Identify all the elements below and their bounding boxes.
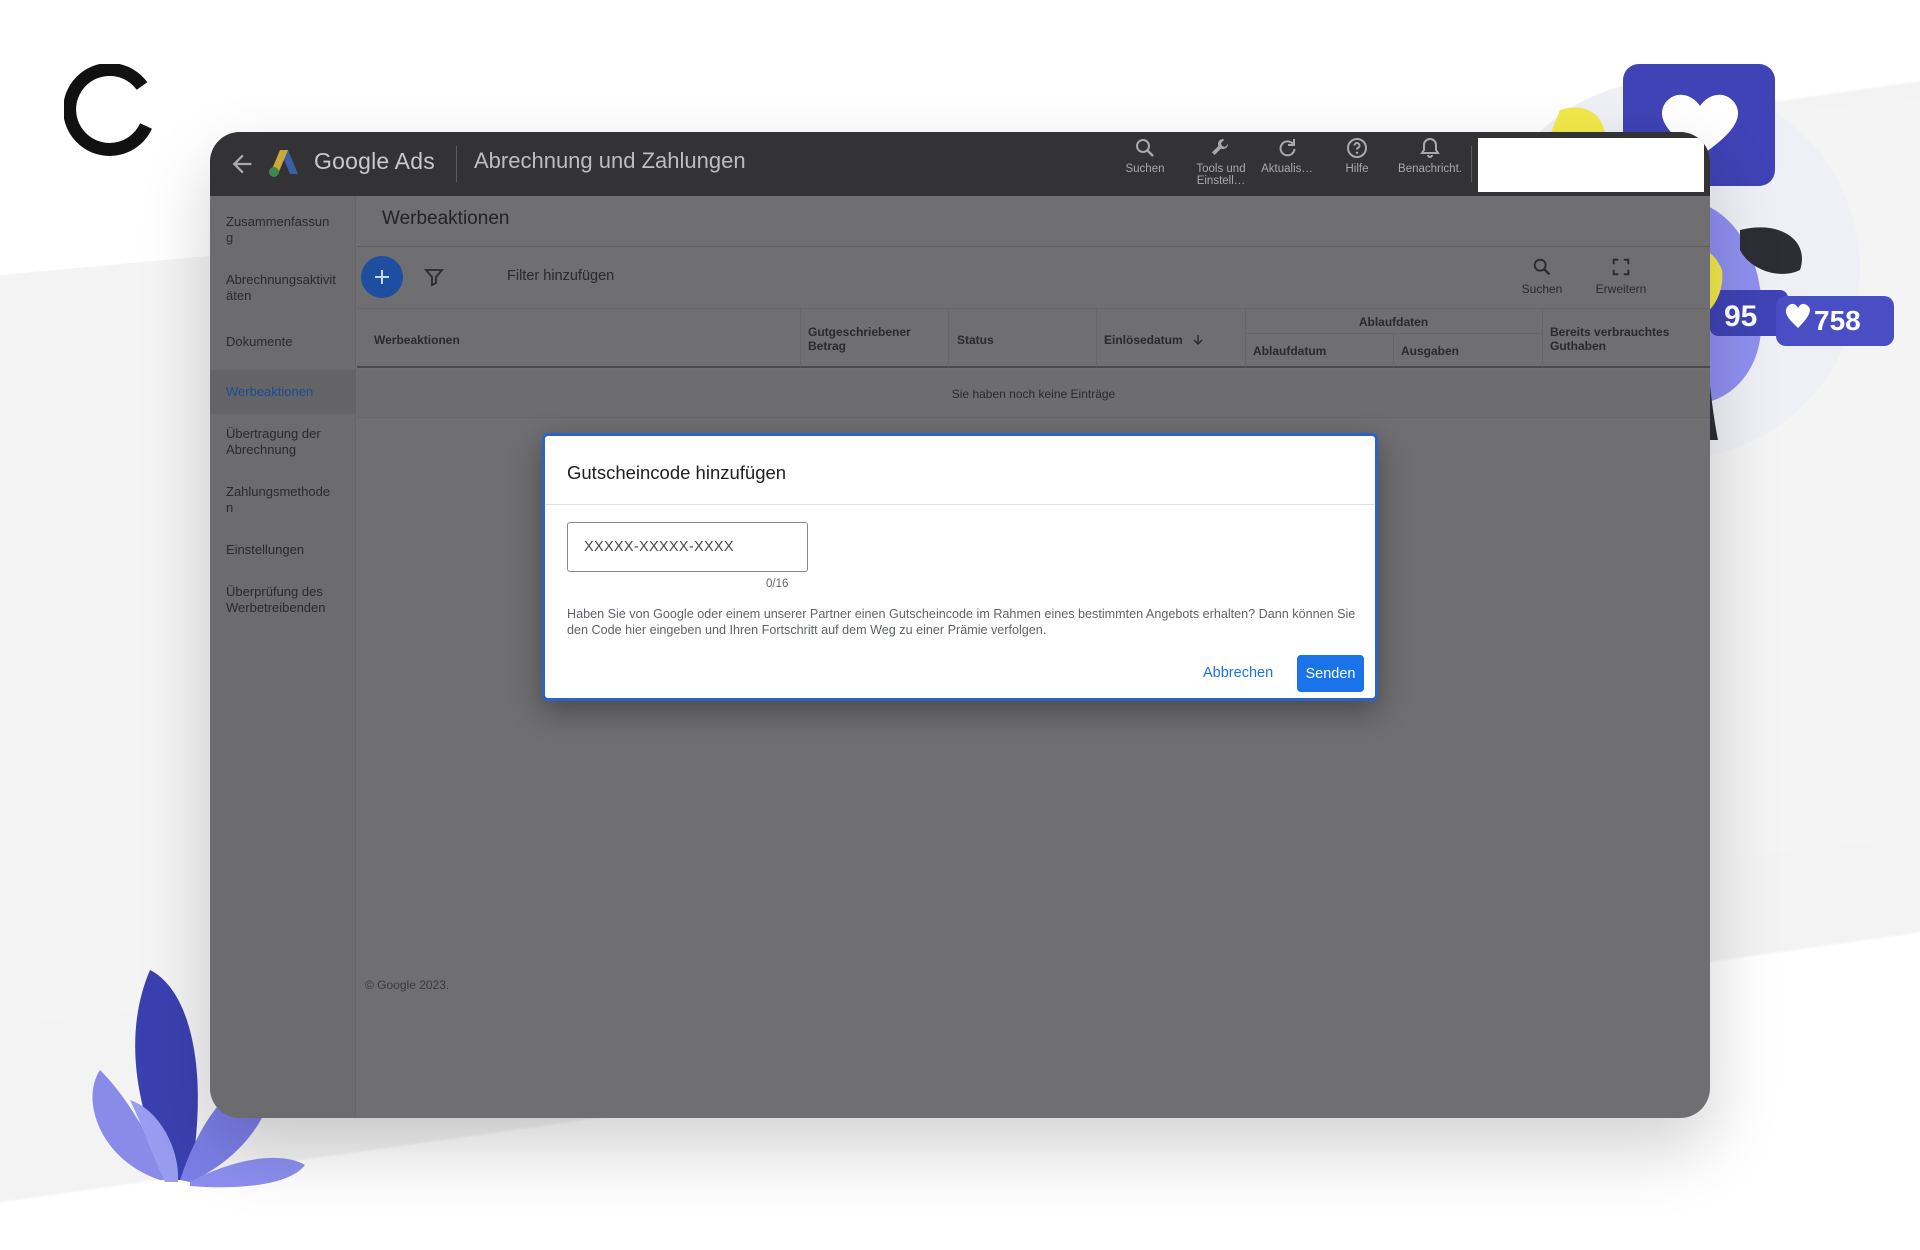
sidebar-item-documents[interactable]: Dokumente	[210, 334, 356, 350]
column-divider	[800, 309, 801, 367]
search-icon	[1136, 139, 1154, 157]
sidebar-item-billing-activity[interactable]: Abrechnungsaktivitäten	[210, 272, 356, 304]
column-redemption-date[interactable]: Einlösedatum	[1104, 333, 1204, 347]
table-header: Werbeaktionen Gutgeschriebener Betrag St…	[357, 308, 1710, 368]
add-promotion-button[interactable]	[361, 256, 403, 298]
back-arrow-icon[interactable]	[228, 150, 256, 178]
wrench-icon	[1212, 138, 1228, 155]
sidebar-item-advertiser-verification[interactable]: Überprüfung des Werbetreibenden	[210, 584, 356, 616]
copyright-footer: © Google 2023.	[365, 978, 450, 992]
likes-count: 758	[1814, 305, 1861, 336]
refresh-button-label: Aktualis…	[1261, 163, 1313, 175]
toolbar-divider	[1471, 146, 1472, 182]
section-title: Abrechnung und Zahlungen	[474, 148, 746, 173]
bell-icon	[1420, 137, 1440, 158]
table-search-button[interactable]: Suchen	[1507, 256, 1577, 296]
sidebar-item-label: Dokumente	[226, 334, 293, 349]
table-search-label: Suchen	[1521, 282, 1563, 296]
sort-arrow-down-icon	[1193, 335, 1203, 345]
brand-logo-icon	[64, 64, 152, 156]
sidebar-item-label: Übertragung der Abrechnung	[226, 426, 321, 457]
top-bar: Google Ads Abrechnung und Zahlungen Such…	[210, 132, 1710, 196]
sidebar-item-label: Abrechnungsaktivitäten	[226, 272, 336, 303]
column-spend[interactable]: Ausgaben	[1401, 344, 1459, 358]
column-used-credit[interactable]: Bereits verbrauchtes Guthaben	[1550, 325, 1680, 353]
help-button[interactable]: Hilfe	[1322, 136, 1392, 175]
sidebar-item-billing-transfer[interactable]: Übertragung der Abrechnung	[210, 426, 356, 458]
column-expiry-date[interactable]: Ablaufdatum	[1253, 344, 1326, 358]
column-promotions[interactable]: Werbeaktionen	[374, 333, 460, 347]
sidebar-item-label: Werbeaktionen	[226, 384, 314, 399]
filter-icon[interactable]	[423, 266, 445, 288]
column-divider	[1393, 334, 1394, 367]
column-divider	[948, 309, 949, 367]
column-redemption-date-label: Einlösedatum	[1104, 333, 1183, 347]
add-filter-link[interactable]: Filter hinzufügen	[507, 268, 614, 284]
sidebar-item-summary[interactable]: Zusammenfassung	[210, 214, 356, 246]
refresh-icon	[1279, 139, 1296, 157]
main-header: Werbeaktionen	[357, 196, 1710, 247]
notifications-button[interactable]: Benachricht.	[1395, 136, 1465, 175]
sidebar-item-label: Zusammenfassung	[226, 214, 330, 245]
sidebar-item-label: Zahlungsmethoden	[226, 484, 331, 515]
sidebar: Zusammenfassung Abrechnungsaktivitäten D…	[210, 196, 356, 1118]
plus-icon	[375, 270, 389, 284]
dialog-title: Gutscheincode hinzufügen	[567, 462, 787, 483]
help-button-label: Hilfe	[1345, 163, 1369, 175]
table-toolbar: Filter hinzufügen Suchen Erweitern	[357, 248, 1710, 308]
tools-button-label: Tools und Einstell…	[1196, 163, 1246, 187]
voucher-code-input[interactable]	[567, 522, 808, 572]
expand-icon	[1612, 258, 1630, 276]
search-button[interactable]: Suchen	[1110, 136, 1180, 175]
send-button[interactable]: Senden	[1297, 655, 1364, 692]
empty-state-row: Sie haben noch keine Einträge	[357, 370, 1710, 418]
header-divider	[456, 146, 457, 182]
column-group-expiry: Ablaufdaten	[1358, 315, 1429, 329]
character-counter: 0/16	[766, 578, 789, 590]
refresh-button[interactable]: Aktualis…	[1252, 136, 1322, 175]
cancel-button[interactable]: Abbrechen	[1195, 655, 1281, 691]
dialog-description: Haben Sie von Google oder einem unserer …	[567, 607, 1356, 637]
help-icon	[1347, 138, 1367, 158]
column-divider	[1096, 309, 1097, 367]
sidebar-item-settings[interactable]: Einstellungen	[210, 542, 356, 558]
expand-button[interactable]: Erweitern	[1586, 256, 1656, 296]
column-status[interactable]: Status	[957, 333, 994, 347]
column-divider	[1542, 309, 1543, 367]
page-title: Werbeaktionen	[382, 208, 510, 229]
search-button-label: Suchen	[1125, 163, 1165, 175]
sidebar-item-promotions[interactable]: Werbeaktionen	[210, 370, 356, 414]
account-area[interactable]	[1478, 138, 1704, 192]
voucher-dialog: Gutscheincode hinzufügen 0/16 Haben Sie …	[542, 433, 1378, 701]
sidebar-item-label: Überprüfung des Werbetreibenden	[226, 584, 326, 615]
notifications-button-label: Benachricht.	[1398, 163, 1462, 175]
search-icon	[1533, 258, 1551, 276]
followers-count: 95	[1724, 300, 1757, 333]
expand-label: Erweitern	[1595, 282, 1647, 296]
google-ads-logo-icon	[269, 150, 298, 177]
sidebar-item-payment-methods[interactable]: Zahlungsmethoden	[210, 484, 356, 516]
sidebar-item-label: Einstellungen	[226, 542, 305, 557]
tools-button[interactable]: Tools und Einstell…	[1186, 136, 1256, 187]
column-credited-amount[interactable]: Gutgeschriebener Betrag	[808, 325, 920, 353]
brand-name: Google Ads	[314, 148, 435, 174]
dialog-divider	[545, 504, 1375, 505]
